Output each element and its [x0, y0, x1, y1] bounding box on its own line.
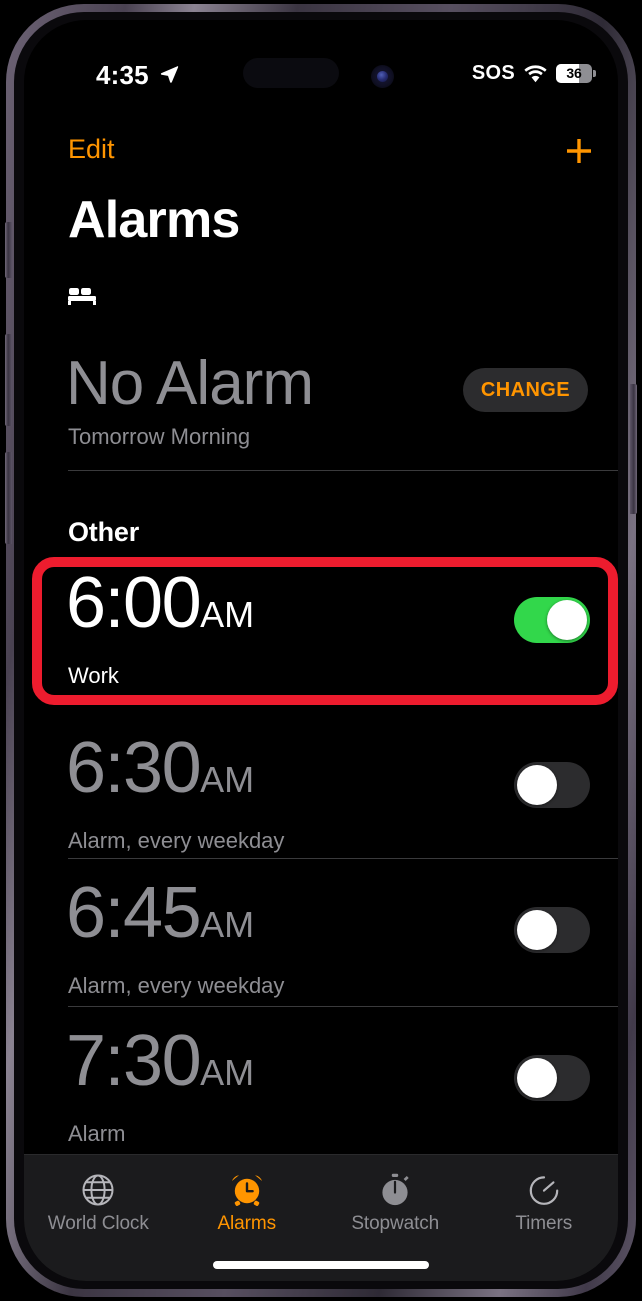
- alarm-clock-icon: [230, 1171, 264, 1209]
- toggle-knob: [547, 600, 587, 640]
- phone-screen: 4:35 SOS 36 Edit Alarms Sleep | Wake Up …: [24, 20, 618, 1281]
- tab-label: Timers: [515, 1213, 573, 1234]
- alarm-label: Alarm, every weekday: [68, 973, 285, 998]
- stopwatch-icon: [378, 1171, 412, 1209]
- alarm-row[interactable]: 6:45AM Alarm, every weekday: [24, 865, 618, 1015]
- volume-down-button[interactable]: [5, 452, 12, 544]
- tab-label: Alarms: [217, 1213, 276, 1234]
- battery-cap: [593, 70, 596, 77]
- divider: [68, 858, 618, 859]
- alarm-time: 6:00AM: [66, 567, 254, 639]
- battery-level-label: 36: [566, 65, 582, 81]
- alarm-time-value: 6:45: [66, 873, 202, 953]
- alarm-toggle[interactable]: [514, 597, 590, 643]
- other-section-header: Other: [68, 517, 140, 547]
- sleep-wake-up-row[interactable]: No Alarm Tomorrow Morning CHANGE: [24, 338, 618, 466]
- alarm-time-value: 6:30: [66, 728, 202, 808]
- alarm-toggle[interactable]: [514, 762, 590, 808]
- alarm-meridiem: AM: [200, 1052, 255, 1093]
- alarm-row[interactable]: 7:30AM Alarm: [24, 1013, 618, 1163]
- action-button[interactable]: [5, 222, 12, 278]
- toggle-knob: [517, 765, 557, 805]
- divider: [68, 1006, 618, 1007]
- sleep-section-header: Sleep | Wake Up: [68, 285, 225, 305]
- tab-timers[interactable]: Timers: [470, 1171, 619, 1235]
- alarm-time-value: 6:00: [66, 563, 202, 643]
- alarm-label: Alarm, every weekday: [68, 828, 285, 853]
- tab-label: World Clock: [47, 1213, 149, 1234]
- tab-alarms[interactable]: Alarms: [173, 1171, 322, 1235]
- alarm-time: 6:30AM: [66, 732, 254, 804]
- status-bar-indicators: SOS 36: [471, 62, 596, 85]
- sleep-section-header-label: Sleep | Wake Up: [106, 286, 226, 303]
- page-title: Alarms: [68, 191, 240, 249]
- alarm-label: Alarm: [68, 1121, 126, 1146]
- toggle-knob: [517, 1058, 557, 1098]
- alarm-row[interactable]: 6:30AM Alarm, every weekday: [24, 720, 618, 870]
- sos-label: SOS: [471, 62, 515, 84]
- plus-icon[interactable]: [554, 126, 604, 176]
- power-button[interactable]: [630, 384, 637, 514]
- home-indicator[interactable]: [213, 1261, 429, 1269]
- status-bar-time: 4:35: [96, 60, 149, 90]
- change-button-label: CHANGE: [480, 378, 570, 401]
- toggle-knob: [517, 910, 557, 950]
- edit-button[interactable]: Edit: [68, 134, 115, 165]
- alarm-time-value: 7:30: [66, 1021, 202, 1101]
- battery-indicator: 36: [556, 64, 596, 83]
- bed-icon: [68, 288, 96, 305]
- alarm-time: 7:30AM: [66, 1025, 254, 1097]
- sleep-alarm-time: No Alarm: [66, 349, 314, 418]
- status-bar: 4:35 SOS 36: [24, 20, 618, 94]
- camera-lens-icon: [377, 71, 388, 82]
- timer-icon: [527, 1171, 561, 1209]
- tab-label: Stopwatch: [351, 1213, 440, 1234]
- change-button[interactable]: CHANGE: [462, 368, 588, 412]
- alarm-label: Work: [68, 663, 119, 688]
- alarm-meridiem: AM: [200, 759, 255, 800]
- sleep-alarm-subtitle: Tomorrow Morning: [68, 424, 251, 449]
- tab-stopwatch[interactable]: Stopwatch: [321, 1171, 470, 1235]
- alarm-meridiem: AM: [200, 594, 255, 635]
- globe-icon: [81, 1171, 115, 1209]
- navigation-bar: Edit: [24, 124, 618, 182]
- dynamic-island[interactable]: [243, 58, 339, 88]
- divider: [68, 470, 618, 471]
- alarm-meridiem: AM: [200, 904, 255, 945]
- volume-up-button[interactable]: [5, 334, 12, 426]
- location-arrow-icon: [160, 66, 179, 83]
- wifi-icon: [524, 64, 547, 82]
- alarm-row[interactable]: 6:00AM Work: [24, 555, 618, 705]
- phone-frame: 4:35 SOS 36 Edit Alarms Sleep | Wake Up …: [5, 4, 637, 1297]
- tab-world-clock[interactable]: World Clock: [24, 1171, 173, 1235]
- alarm-time: 6:45AM: [66, 877, 254, 949]
- alarm-toggle[interactable]: [514, 907, 590, 953]
- alarm-toggle[interactable]: [514, 1055, 590, 1101]
